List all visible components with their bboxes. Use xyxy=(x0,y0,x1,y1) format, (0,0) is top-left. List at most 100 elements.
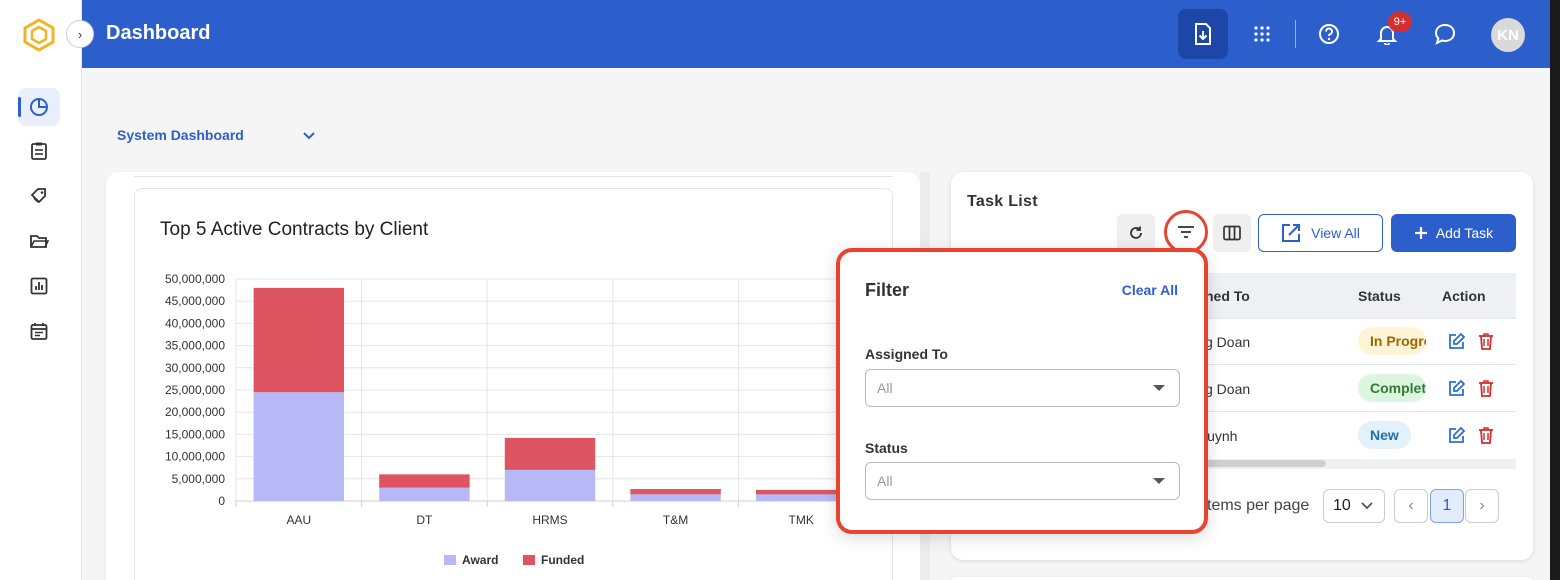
columns-button[interactable] xyxy=(1213,214,1251,252)
y-tick-label: 15,000,000 xyxy=(165,427,225,441)
sidebar-item-contracts[interactable] xyxy=(18,132,60,170)
bar-award xyxy=(755,494,847,501)
legend-swatch-funded xyxy=(523,555,535,565)
add-task-label: Add Task xyxy=(1435,225,1494,241)
legend-item-funded[interactable]: Funded xyxy=(523,553,584,567)
clear-all-button[interactable]: Clear All xyxy=(1122,282,1178,298)
bar-funded xyxy=(379,474,470,488)
chevron-right-icon: › xyxy=(77,26,83,42)
download-report-button[interactable] xyxy=(1178,9,1228,59)
column-header-assigned-to[interactable]: ned To xyxy=(1205,288,1250,304)
task-row-assigned: g Doan xyxy=(1205,334,1251,350)
sidebar xyxy=(0,0,82,580)
delete-icon[interactable] xyxy=(1477,332,1495,350)
file-download-icon xyxy=(1195,23,1211,45)
contracts-bar-chart: 0 5,000,000 10,000,000 15,000,000 20,000,000… xyxy=(165,272,854,527)
legend-item-award[interactable]: Award xyxy=(444,553,498,567)
bar-award xyxy=(504,469,596,501)
y-tick-label: 50,000,000 xyxy=(165,272,225,286)
x-tick-label: TMK xyxy=(789,513,814,527)
chevron-down-icon xyxy=(1361,502,1373,510)
status-badge: In Progress xyxy=(1358,327,1426,355)
x-tick-label: DT xyxy=(416,513,433,527)
legend-label-funded: Funded xyxy=(541,553,585,567)
status-label: Status xyxy=(865,440,908,456)
bar-award xyxy=(253,392,345,501)
status-select[interactable]: All xyxy=(865,462,1180,500)
sidebar-item-tags[interactable] xyxy=(18,177,60,215)
view-all-button[interactable]: View All xyxy=(1258,214,1383,252)
y-tick-label: 30,000,000 xyxy=(165,361,225,375)
assigned-to-value: All xyxy=(877,380,893,396)
bar-funded xyxy=(755,489,847,495)
sidebar-item-dashboard[interactable] xyxy=(18,88,60,126)
bar-funded xyxy=(630,489,721,495)
apps-grid-button[interactable] xyxy=(1240,12,1284,56)
y-tick-label: 0 xyxy=(218,494,225,508)
tags-icon xyxy=(30,188,46,204)
chart-panel-divider xyxy=(134,176,893,177)
status-badge: Completed xyxy=(1358,374,1426,402)
y-tick-label: 25,000,000 xyxy=(165,383,225,397)
chevron-left-icon: ‹ xyxy=(1408,497,1414,514)
filter-lines-icon xyxy=(1178,226,1194,238)
edit-icon[interactable] xyxy=(1448,379,1466,397)
status-badge: New xyxy=(1358,421,1411,449)
app-logo-icon[interactable] xyxy=(22,18,56,52)
help-button[interactable] xyxy=(1307,12,1351,56)
sidebar-item-calendar[interactable] xyxy=(18,312,60,350)
next-page-button[interactable]: › xyxy=(1465,489,1499,523)
columns-icon xyxy=(1223,225,1241,241)
refresh-icon xyxy=(1130,226,1142,239)
window-edge xyxy=(1550,0,1560,580)
task-row-assigned: g Doan xyxy=(1205,381,1251,397)
plus-icon xyxy=(1414,227,1427,239)
bar-funded xyxy=(504,437,596,470)
sidebar-item-folders[interactable] xyxy=(18,222,60,260)
refresh-button[interactable] xyxy=(1117,214,1155,252)
page-number-button[interactable]: 1 xyxy=(1430,489,1464,523)
y-tick-label: 35,000,000 xyxy=(165,339,225,353)
edit-icon[interactable] xyxy=(1448,426,1466,444)
chevron-right-icon: › xyxy=(1479,497,1485,514)
x-tick-label: T&M xyxy=(663,513,688,527)
assigned-to-label: Assigned To xyxy=(865,346,948,362)
chevron-down-icon[interactable] xyxy=(301,128,317,144)
external-link-icon xyxy=(1282,224,1301,242)
delete-icon[interactable] xyxy=(1477,379,1495,397)
x-tick-label: AAU xyxy=(286,513,311,527)
edit-icon[interactable] xyxy=(1448,332,1466,350)
dashboard-selector[interactable]: System Dashboard xyxy=(117,127,244,143)
sidebar-item-reports[interactable] xyxy=(18,267,60,305)
add-task-button[interactable]: Add Task xyxy=(1391,214,1516,252)
column-header-status[interactable]: Status xyxy=(1358,288,1401,304)
y-tick-label: 5,000,000 xyxy=(172,472,226,486)
status-value: All xyxy=(877,473,893,489)
messages-button[interactable] xyxy=(1423,12,1467,56)
bar-funded xyxy=(253,287,345,393)
y-tick-label: 10,000,000 xyxy=(165,450,225,464)
legend-swatch-award xyxy=(444,555,456,565)
items-per-page-label: tems per page xyxy=(1207,497,1310,514)
grid-dots-icon xyxy=(1254,26,1270,42)
column-header-action: Action xyxy=(1442,288,1486,304)
folder-open-icon xyxy=(30,235,49,248)
sidebar-toggle-button[interactable]: › xyxy=(66,20,94,48)
notification-badge: 9+ xyxy=(1388,12,1412,32)
help-circle-icon xyxy=(1319,24,1339,44)
view-all-label: View All xyxy=(1311,225,1360,241)
caret-down-icon xyxy=(1153,385,1165,391)
filter-popup: Filter Clear All Assigned To All Status … xyxy=(836,248,1208,534)
bar-award xyxy=(630,494,721,501)
items-per-page-select[interactable]: 10 xyxy=(1323,489,1385,523)
prev-page-button[interactable]: ‹ xyxy=(1394,489,1428,523)
user-avatar[interactable]: KN xyxy=(1491,18,1525,52)
assigned-to-select[interactable]: All xyxy=(865,369,1180,407)
chart-title: Top 5 Active Contracts by Client xyxy=(160,219,429,240)
bar-report-icon xyxy=(30,277,48,295)
items-per-page-value: 10 xyxy=(1333,497,1351,514)
y-tick-label: 40,000,000 xyxy=(165,316,225,330)
delete-icon[interactable] xyxy=(1477,426,1495,444)
bar-award xyxy=(379,487,470,501)
calendar-icon xyxy=(30,323,48,340)
